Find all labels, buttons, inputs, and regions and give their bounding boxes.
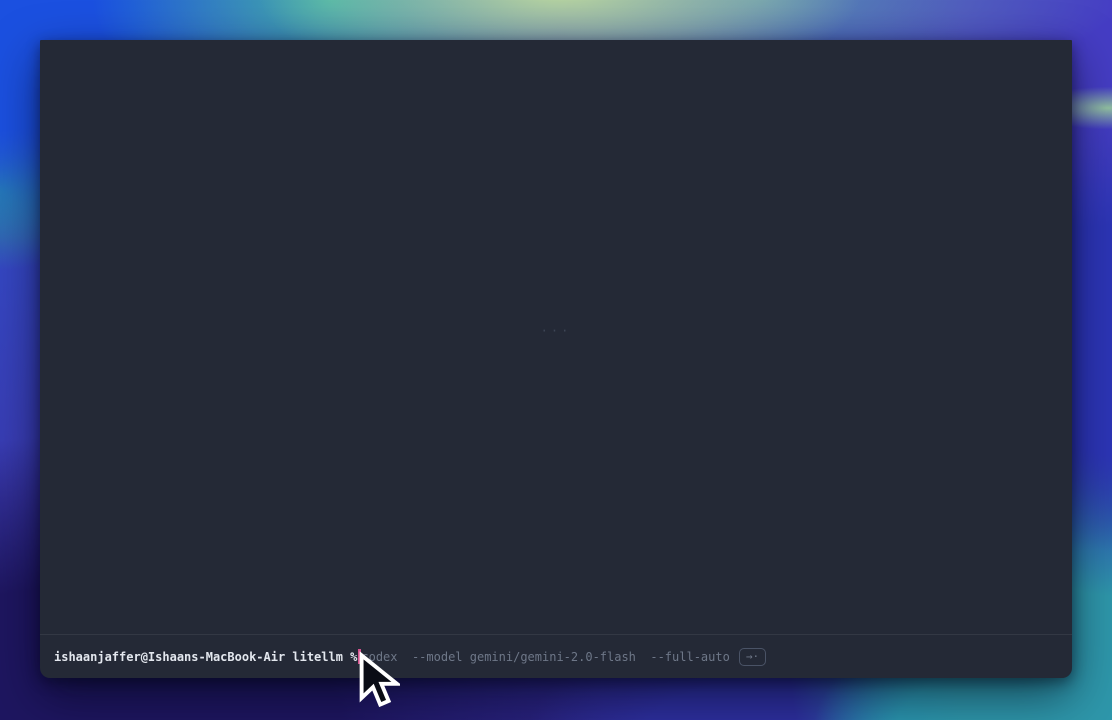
terminal-window[interactable]: ··· ishaanjaffer@Ishaans-MacBook-Air lite… [40, 40, 1072, 678]
accept-suggestion-badge-label: →· [746, 651, 759, 662]
autosuggestion-text: codex --model gemini/gemini-2.0-flash --… [361, 650, 729, 664]
prompt-user-host: ishaanjaffer@Ishaans-MacBook-Air [54, 650, 285, 664]
terminal-prompt-row[interactable]: ishaanjaffer@Ishaans-MacBook-Air litellm%… [40, 634, 1072, 678]
terminal-faint-ellipsis: ··· [541, 324, 572, 338]
desktop-wallpaper: ··· ishaanjaffer@Ishaans-MacBook-Air lite… [0, 0, 1112, 720]
accept-suggestion-badge[interactable]: →· [739, 648, 766, 666]
terminal-scrollback: ··· [40, 40, 1072, 634]
prompt-directory: litellm [292, 650, 343, 664]
prompt-symbol: % [350, 650, 357, 664]
